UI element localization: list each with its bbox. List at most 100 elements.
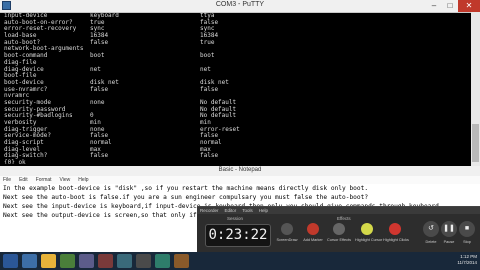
highlight-cursor-icon [361,223,373,235]
terminal-cell: boot [90,52,105,60]
terminal-line: diag-switch? false false [4,153,456,160]
highlight-clicks-tool[interactable]: Highlight Clicks [383,223,409,242]
app-icon[interactable] [98,254,113,268]
minimize-icon[interactable]: – [426,0,442,12]
terminal-cell: true [90,18,105,26]
menu-recorder[interactable]: Recorder [200,207,219,214]
notepad-menubar: File Edit Format View Help [0,176,480,184]
menu-format[interactable]: Format [36,176,52,184]
terminal-cell: false [200,152,219,160]
ie-icon[interactable] [22,254,37,268]
terminal-line: diag-trigger none error-reset [4,125,456,134]
pen-icon [281,223,293,235]
session-label: Session [227,216,244,221]
terminal-cell: disk net [200,78,229,86]
terminal-line: boot-file [4,72,456,80]
terminal-cell: No default [200,112,237,120]
terminal-cell: net [90,65,101,73]
tool-label: ScreenDraw [276,238,298,242]
effects-label: Effects [337,216,351,221]
putty-window-controls: – □ ✕ [426,0,480,12]
tool-label: Add Marker [303,238,323,242]
terminal-cell [200,160,320,164]
terminal-cell [90,93,200,100]
putty-window: COM3 - PuTTY – □ ✕ input-device keyboard t… [0,0,480,166]
terminal-cell: sync [200,25,215,33]
terminal-line: diag-level max max [4,145,456,154]
terminal-cell [200,46,320,53]
terminal-cell [90,160,200,164]
highlight-clicks-icon [389,223,401,235]
terminal-cell: boot [200,52,215,60]
tool-label: Highlight Clicks [383,238,409,242]
app-icon[interactable] [117,254,132,268]
terminal-cell: {0} ok [4,159,26,164]
terminal-line: security-#badlogins 0 No default [4,113,456,120]
menu-edit[interactable]: Edit [19,176,28,184]
menu-help[interactable]: Help [78,176,88,184]
highlight-cursor-tool[interactable]: Highlight Cursor [355,223,383,242]
putty-title: COM3 - PuTTY [215,1,265,8]
terminal-line: use-nvramrc? false false [4,85,456,94]
putty-taskbar-icon[interactable] [136,254,151,268]
scrollbar-thumb[interactable] [472,124,479,162]
terminal-cell: keyboard [90,13,119,19]
cursor-effects-tool[interactable]: Cursor Effects [327,223,351,242]
putty-titlebar[interactable]: COM3 - PuTTY – □ ✕ [0,0,480,13]
marker-icon [307,223,319,235]
terminal-line: network-boot-arguments [4,46,456,53]
terminal-line: load-base 16384 16384 [4,32,456,40]
terminal-cell [90,46,200,53]
terminal-line: error-reset-recovery sync sync [4,26,456,33]
terminal-cell: none [90,98,105,106]
media-icon[interactable] [60,254,75,268]
terminal-cell [200,60,320,67]
text-line: In the example boot-device is "disk" ,so… [3,185,369,192]
terminal-scrollbar[interactable] [471,12,480,166]
recorder-toolbar: Recorder Editor Tools Help Session Effec… [197,206,480,253]
cursor-icon [333,223,345,235]
menu-view[interactable]: View [60,176,71,184]
taskbar: 1:12 PM 11/7/2014 [0,252,480,270]
terminal-line: diag-script normal normal [4,139,456,147]
delete-label: Delete [425,240,437,244]
add-marker-tool[interactable]: Add Marker [301,223,325,242]
terminal-line: {0} ok [4,159,456,164]
terminal-cell: normal [90,139,112,147]
tool-label: Highlight Cursor [355,238,383,242]
system-clock[interactable]: 1:12 PM 11/7/2014 [457,254,477,266]
pause-button[interactable]: ❚❚ [441,221,457,237]
notepad-taskbar-icon[interactable] [155,254,170,268]
terminal-cell: 0 [90,112,94,120]
folder-icon[interactable] [41,254,56,268]
terminal-cell: false [200,18,219,26]
app-icon[interactable] [79,254,94,268]
terminal-cell: ttya [200,13,215,19]
terminal-cell: error-reset [200,125,240,133]
terminal-cell: min [90,119,101,126]
start-icon[interactable] [3,254,18,268]
terminal-cell: false [90,85,109,93]
stop-button[interactable]: ■ [459,221,475,237]
delete-button[interactable]: ↺ [423,221,439,237]
terminal-line: boot-command boot boot [4,52,456,60]
close-icon[interactable]: ✕ [458,0,480,12]
menu-editor[interactable]: Editor [225,207,237,214]
screendraw-tool[interactable]: ScreenDraw [275,223,299,242]
terminal-cell: max [200,145,211,153]
notepad-title: Basic - Notepad [218,167,262,173]
menu-tools[interactable]: Tools [242,207,253,214]
maximize-icon[interactable]: □ [442,0,458,12]
terminal-cell [90,60,200,67]
terminal-cell: net [200,65,211,73]
menu-help[interactable]: Help [259,207,268,214]
tool-label: Cursor Effects [327,238,351,242]
terminal-output[interactable]: input-device keyboard ttya auto-boot-on-err… [4,13,456,164]
terminal-line: service-mode? false false [4,133,456,140]
terminal-cell: normal [200,139,222,147]
recorder-taskbar-icon[interactable] [174,254,189,268]
stop-label: Stop [463,240,471,244]
text-line: Next see the auto-boot is false.if you a… [3,194,369,201]
terminal-cell: 16384 [200,32,219,40]
menu-file[interactable]: File [3,176,11,184]
